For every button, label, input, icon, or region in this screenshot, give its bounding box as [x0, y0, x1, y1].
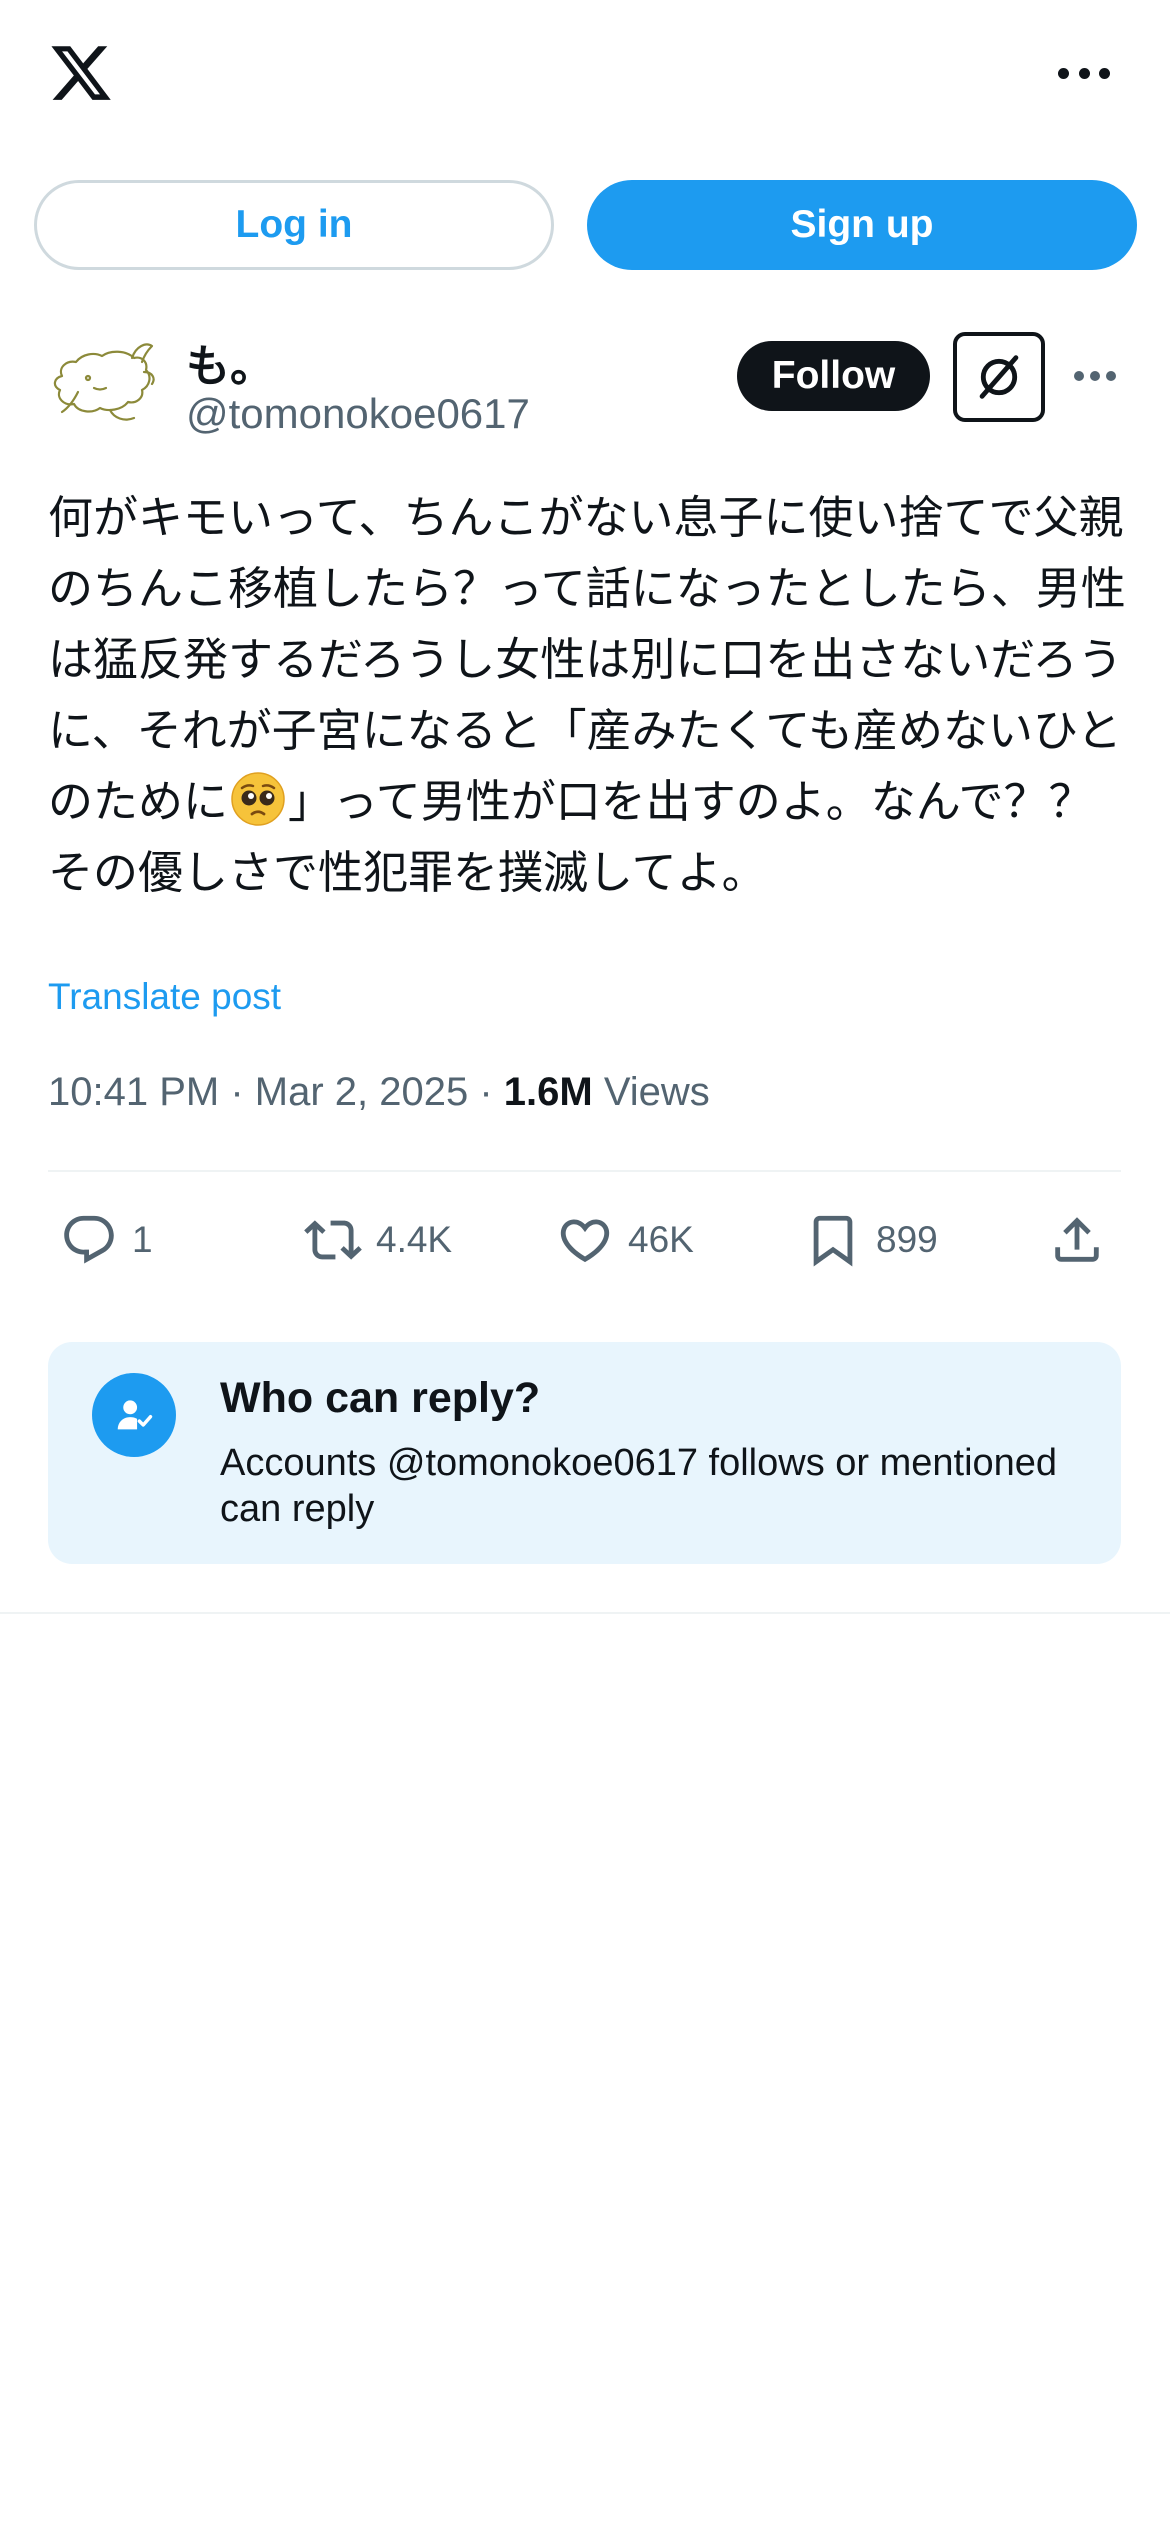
reply-button[interactable]: 1	[60, 1208, 153, 1272]
login-button[interactable]: Log in	[34, 180, 554, 270]
heart-icon	[560, 1219, 610, 1263]
repost-button[interactable]: 4.4K	[304, 1208, 452, 1272]
author-handle[interactable]: @tomonokoe0617	[186, 390, 530, 438]
divider	[48, 1170, 1121, 1172]
reply-icon	[64, 1215, 114, 1264]
signup-button[interactable]: Sign up	[587, 180, 1137, 270]
who-can-reply-description: Accounts @tomonokoe0617 follows or menti…	[220, 1442, 1058, 1530]
views-label: Views	[592, 1070, 710, 1114]
like-button[interactable]: 46K	[556, 1208, 694, 1272]
bookmark-button[interactable]: 899	[804, 1208, 938, 1272]
tweet-text: 何がキモいって、ちんこがない息子に使い捨てで父親のちんこ移植したら？って話になっ…	[48, 482, 1128, 908]
follow-button[interactable]: Follow	[737, 341, 930, 411]
bookmark-icon	[813, 1215, 853, 1267]
more-options-icon[interactable]	[1058, 55, 1110, 91]
avatar[interactable]	[48, 332, 162, 436]
divider	[0, 1612, 1170, 1614]
tweet-more-icon[interactable]	[1074, 370, 1116, 382]
like-count: 46K	[628, 1219, 694, 1260]
person-check-icon	[92, 1373, 176, 1457]
tweet-date[interactable]: Mar 2, 2025	[255, 1070, 468, 1114]
tweet-time[interactable]: 10:41 PM	[48, 1070, 219, 1114]
meta-separator: ·	[468, 1070, 504, 1114]
x-logo-icon[interactable]	[46, 40, 116, 106]
meta-separator: ·	[219, 1070, 255, 1114]
bookmark-count: 899	[876, 1219, 938, 1260]
who-can-reply-title: Who can reply?	[220, 1374, 541, 1422]
views-count: 1.6M	[503, 1070, 593, 1114]
translate-post-link[interactable]: Translate post	[48, 976, 281, 1018]
pleading-face-emoji-icon	[230, 771, 286, 827]
tweet-meta: 10:41 PM · Mar 2, 2025 · 1.6M Views	[48, 1070, 710, 1115]
repost-icon	[304, 1220, 362, 1260]
grok-icon[interactable]	[953, 332, 1045, 422]
repost-count: 4.4K	[376, 1219, 453, 1260]
share-button[interactable]	[1048, 1208, 1106, 1272]
reply-count: 1	[132, 1219, 153, 1260]
share-icon	[1055, 1217, 1099, 1262]
author-display-name[interactable]: も。	[186, 330, 274, 394]
